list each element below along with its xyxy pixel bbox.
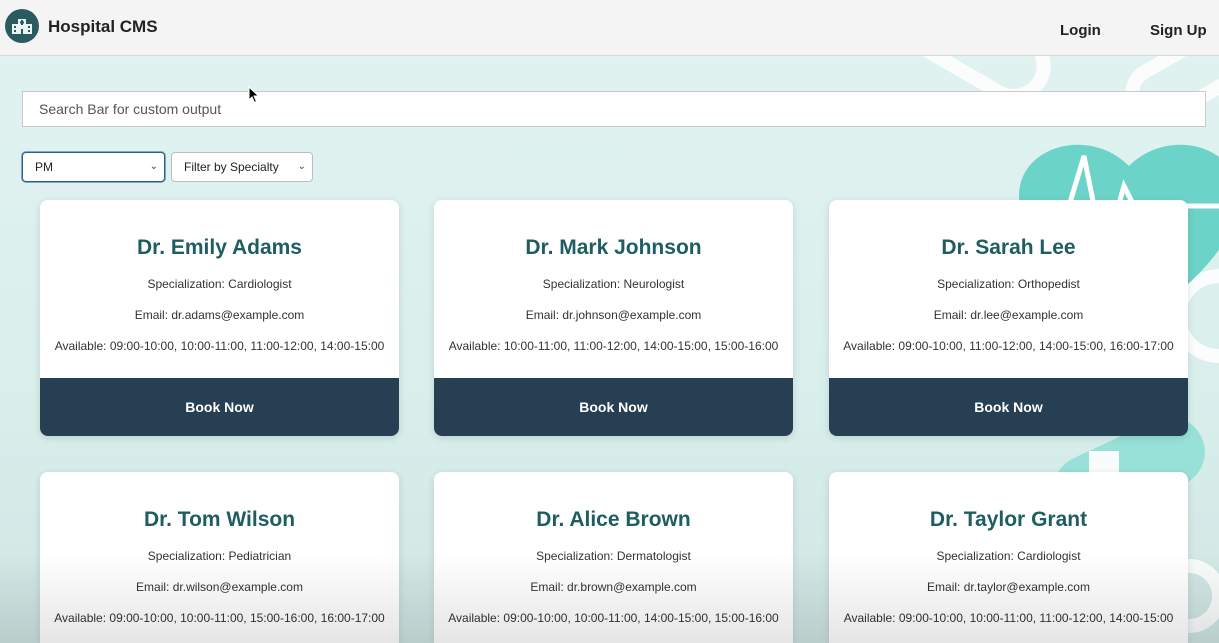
time-period-select[interactable]: PM ⌄ <box>22 152 165 182</box>
doctor-name: Dr. Sarah Lee <box>941 236 1076 259</box>
doctor-card: Dr. Taylor Grant Specialization: Cardiol… <box>829 472 1188 643</box>
doctor-email: Email: dr.johnson@example.com <box>525 308 702 322</box>
hospital-logo-icon[interactable] <box>5 9 39 43</box>
book-now-button[interactable]: Book Now <box>829 378 1188 436</box>
doctor-email: Email: dr.adams@example.com <box>134 308 305 322</box>
doctor-name: Dr. Emily Adams <box>137 236 302 259</box>
doctor-card: Dr. Mark Johnson Specialization: Neurolo… <box>434 200 793 436</box>
time-period-value: PM <box>35 160 53 174</box>
chevron-down-icon: ⌄ <box>297 161 306 172</box>
doctor-card: Dr. Sarah Lee Specialization: Orthopedis… <box>829 200 1188 436</box>
doctor-name: Dr. Mark Johnson <box>525 236 702 259</box>
doctor-availability: Available: 09:00-10:00, 10:00-11:00, 11:… <box>843 611 1174 625</box>
doctor-specialization: Specialization: Neurologist <box>542 277 685 291</box>
specialty-filter-select[interactable]: Filter by Specialty ⌄ <box>171 152 313 182</box>
doctor-specialization: Specialization: Cardiologist <box>147 277 292 291</box>
doctor-name: Dr. Alice Brown <box>536 508 691 531</box>
chevron-down-icon: ⌄ <box>149 161 158 172</box>
doctor-specialization: Specialization: Cardiologist <box>936 549 1081 563</box>
specialty-filter-value: Filter by Specialty <box>184 160 279 174</box>
mouse-cursor-icon <box>248 86 260 104</box>
signup-link[interactable]: Sign Up <box>1150 22 1207 39</box>
doctor-email: Email: dr.taylor@example.com <box>927 580 1090 594</box>
doctor-name: Dr. Tom Wilson <box>143 508 296 531</box>
doctor-email: Email: dr.lee@example.com <box>933 308 1084 322</box>
doctor-card: Dr. Alice Brown Specialization: Dermatol… <box>434 472 793 643</box>
book-now-button[interactable]: Book Now <box>40 378 399 436</box>
doctor-availability: Available: 09:00-10:00, 10:00-11:00, 14:… <box>448 611 779 625</box>
doctor-card: Dr. Emily Adams Specialization: Cardiolo… <box>40 200 399 436</box>
doctor-email: Email: dr.wilson@example.com <box>136 580 303 594</box>
doctor-availability: Available: 09:00-10:00, 10:00-11:00, 15:… <box>54 611 385 625</box>
doctor-email: Email: dr.brown@example.com <box>530 580 697 594</box>
app-title[interactable]: Hospital CMS <box>48 17 158 37</box>
login-link[interactable]: Login <box>1060 22 1101 39</box>
doctor-card: Dr. Tom Wilson Specialization: Pediatric… <box>40 472 399 643</box>
doctor-availability: Available: 09:00-10:00, 10:00-11:00, 11:… <box>54 339 385 353</box>
doctor-name: Dr. Taylor Grant <box>929 508 1088 531</box>
doctor-specialization: Specialization: Dermatologist <box>536 549 691 563</box>
doctor-specialization: Specialization: Orthopedist <box>937 277 1080 291</box>
book-now-button[interactable]: Book Now <box>434 378 793 436</box>
search-input[interactable] <box>22 91 1206 127</box>
top-navbar: Hospital CMS Login Sign Up <box>0 0 1219 56</box>
doctor-specialization: Specialization: Pediatrician <box>147 549 292 563</box>
doctor-availability: Available: 10:00-11:00, 11:00-12:00, 14:… <box>448 339 779 353</box>
doctor-availability: Available: 09:00-10:00, 11:00-12:00, 14:… <box>843 339 1174 353</box>
